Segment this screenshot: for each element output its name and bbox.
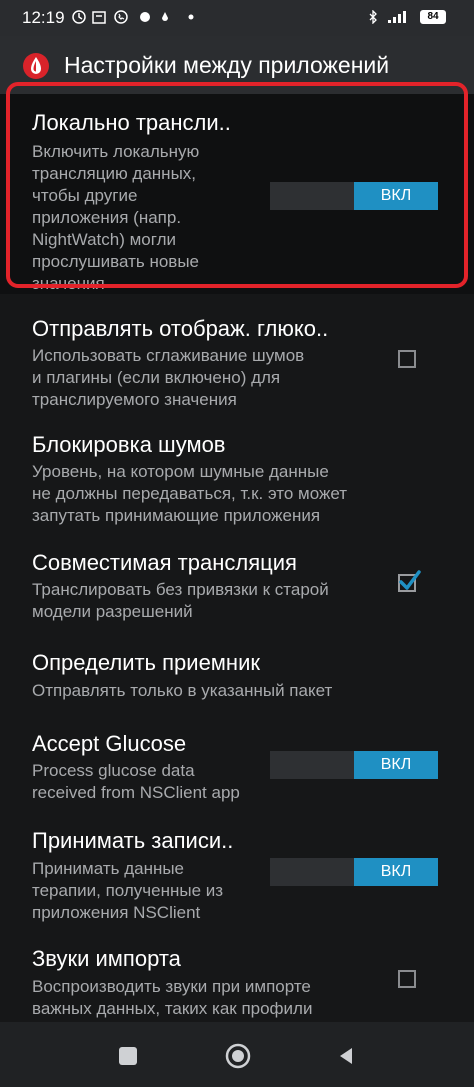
setting-summary: Отправлять только в указанный пакет: [32, 681, 333, 700]
bluetooth-icon: [369, 10, 377, 24]
setting-accept-glucose[interactable]: Accept Glucose Process glucose data rece…: [0, 712, 474, 808]
setting-summary: Воспроизводить звуки при импорте важных …: [32, 977, 313, 1018]
timer-icon: [72, 10, 86, 24]
accept-treatments-toggle[interactable]: ВКЛ: [270, 858, 438, 886]
calendar-icon: [92, 11, 106, 24]
page-title: Настройки между приложений: [64, 52, 390, 78]
more-dot-icon: [188, 14, 194, 20]
compatible-broadcast-checkbox[interactable]: [398, 570, 421, 592]
toggle-on-label: ВКЛ: [354, 751, 438, 779]
setting-title: Определить приемник: [32, 650, 260, 675]
setting-identify-receiver[interactable]: Определить приемник Отправлять только в …: [0, 632, 474, 712]
status-bar: 12:19 84: [0, 0, 474, 36]
setting-accept-treatments[interactable]: Принимать записи.. Принимать данные тера…: [0, 808, 474, 928]
setting-compatible-broadcast[interactable]: Совместимая трансляция Транслировать без…: [0, 532, 474, 632]
blood-drop-logo-icon: [23, 53, 49, 79]
setting-summary: Принимать данные терапии, полученные из …: [32, 859, 224, 922]
send-display-glucose-checkbox[interactable]: [398, 350, 416, 368]
status-time: 12:19: [22, 8, 65, 27]
setting-title: Блокировка шумов: [32, 432, 226, 457]
accept-glucose-toggle[interactable]: ВКЛ: [270, 751, 438, 779]
setting-summary: Уровень, на котором шумные данные не дол…: [32, 462, 348, 525]
setting-title: Принимать записи..: [32, 828, 234, 853]
recents-button[interactable]: [119, 1047, 137, 1065]
back-button[interactable]: [336, 1046, 356, 1066]
drop-icon: [162, 12, 168, 21]
highlight-annotation: [6, 82, 468, 288]
checkmark-icon: [399, 570, 421, 590]
home-button[interactable]: [225, 1043, 251, 1069]
dot-icon: [140, 12, 150, 22]
setting-import-sounds[interactable]: Звуки импорта Воспроизводить звуки при и…: [0, 928, 474, 1022]
phone-icon: [114, 10, 128, 24]
setting-title: Отправлять отображ. глюко..: [32, 316, 329, 341]
toggle-on-label: ВКЛ: [354, 858, 438, 886]
setting-title: Звуки импорта: [32, 946, 181, 971]
setting-summary: Транслировать без привязки к старой моде…: [32, 580, 329, 621]
battery-icon: 84: [420, 10, 446, 24]
setting-title: Accept Glucose: [32, 731, 187, 756]
setting-summary: Использовать сглаживание шумов и плагины…: [32, 346, 305, 409]
setting-send-display-glucose[interactable]: Отправлять отображ. глюко.. Использовать…: [0, 294, 474, 414]
setting-summary: Process glucose data received from NSCli…: [32, 761, 240, 802]
setting-noise-blocking[interactable]: Блокировка шумов Уровень, на котором шум…: [0, 414, 474, 532]
setting-title: Совместимая трансляция: [32, 550, 297, 575]
signal-icon: [388, 11, 406, 23]
import-sounds-checkbox[interactable]: [398, 970, 416, 988]
